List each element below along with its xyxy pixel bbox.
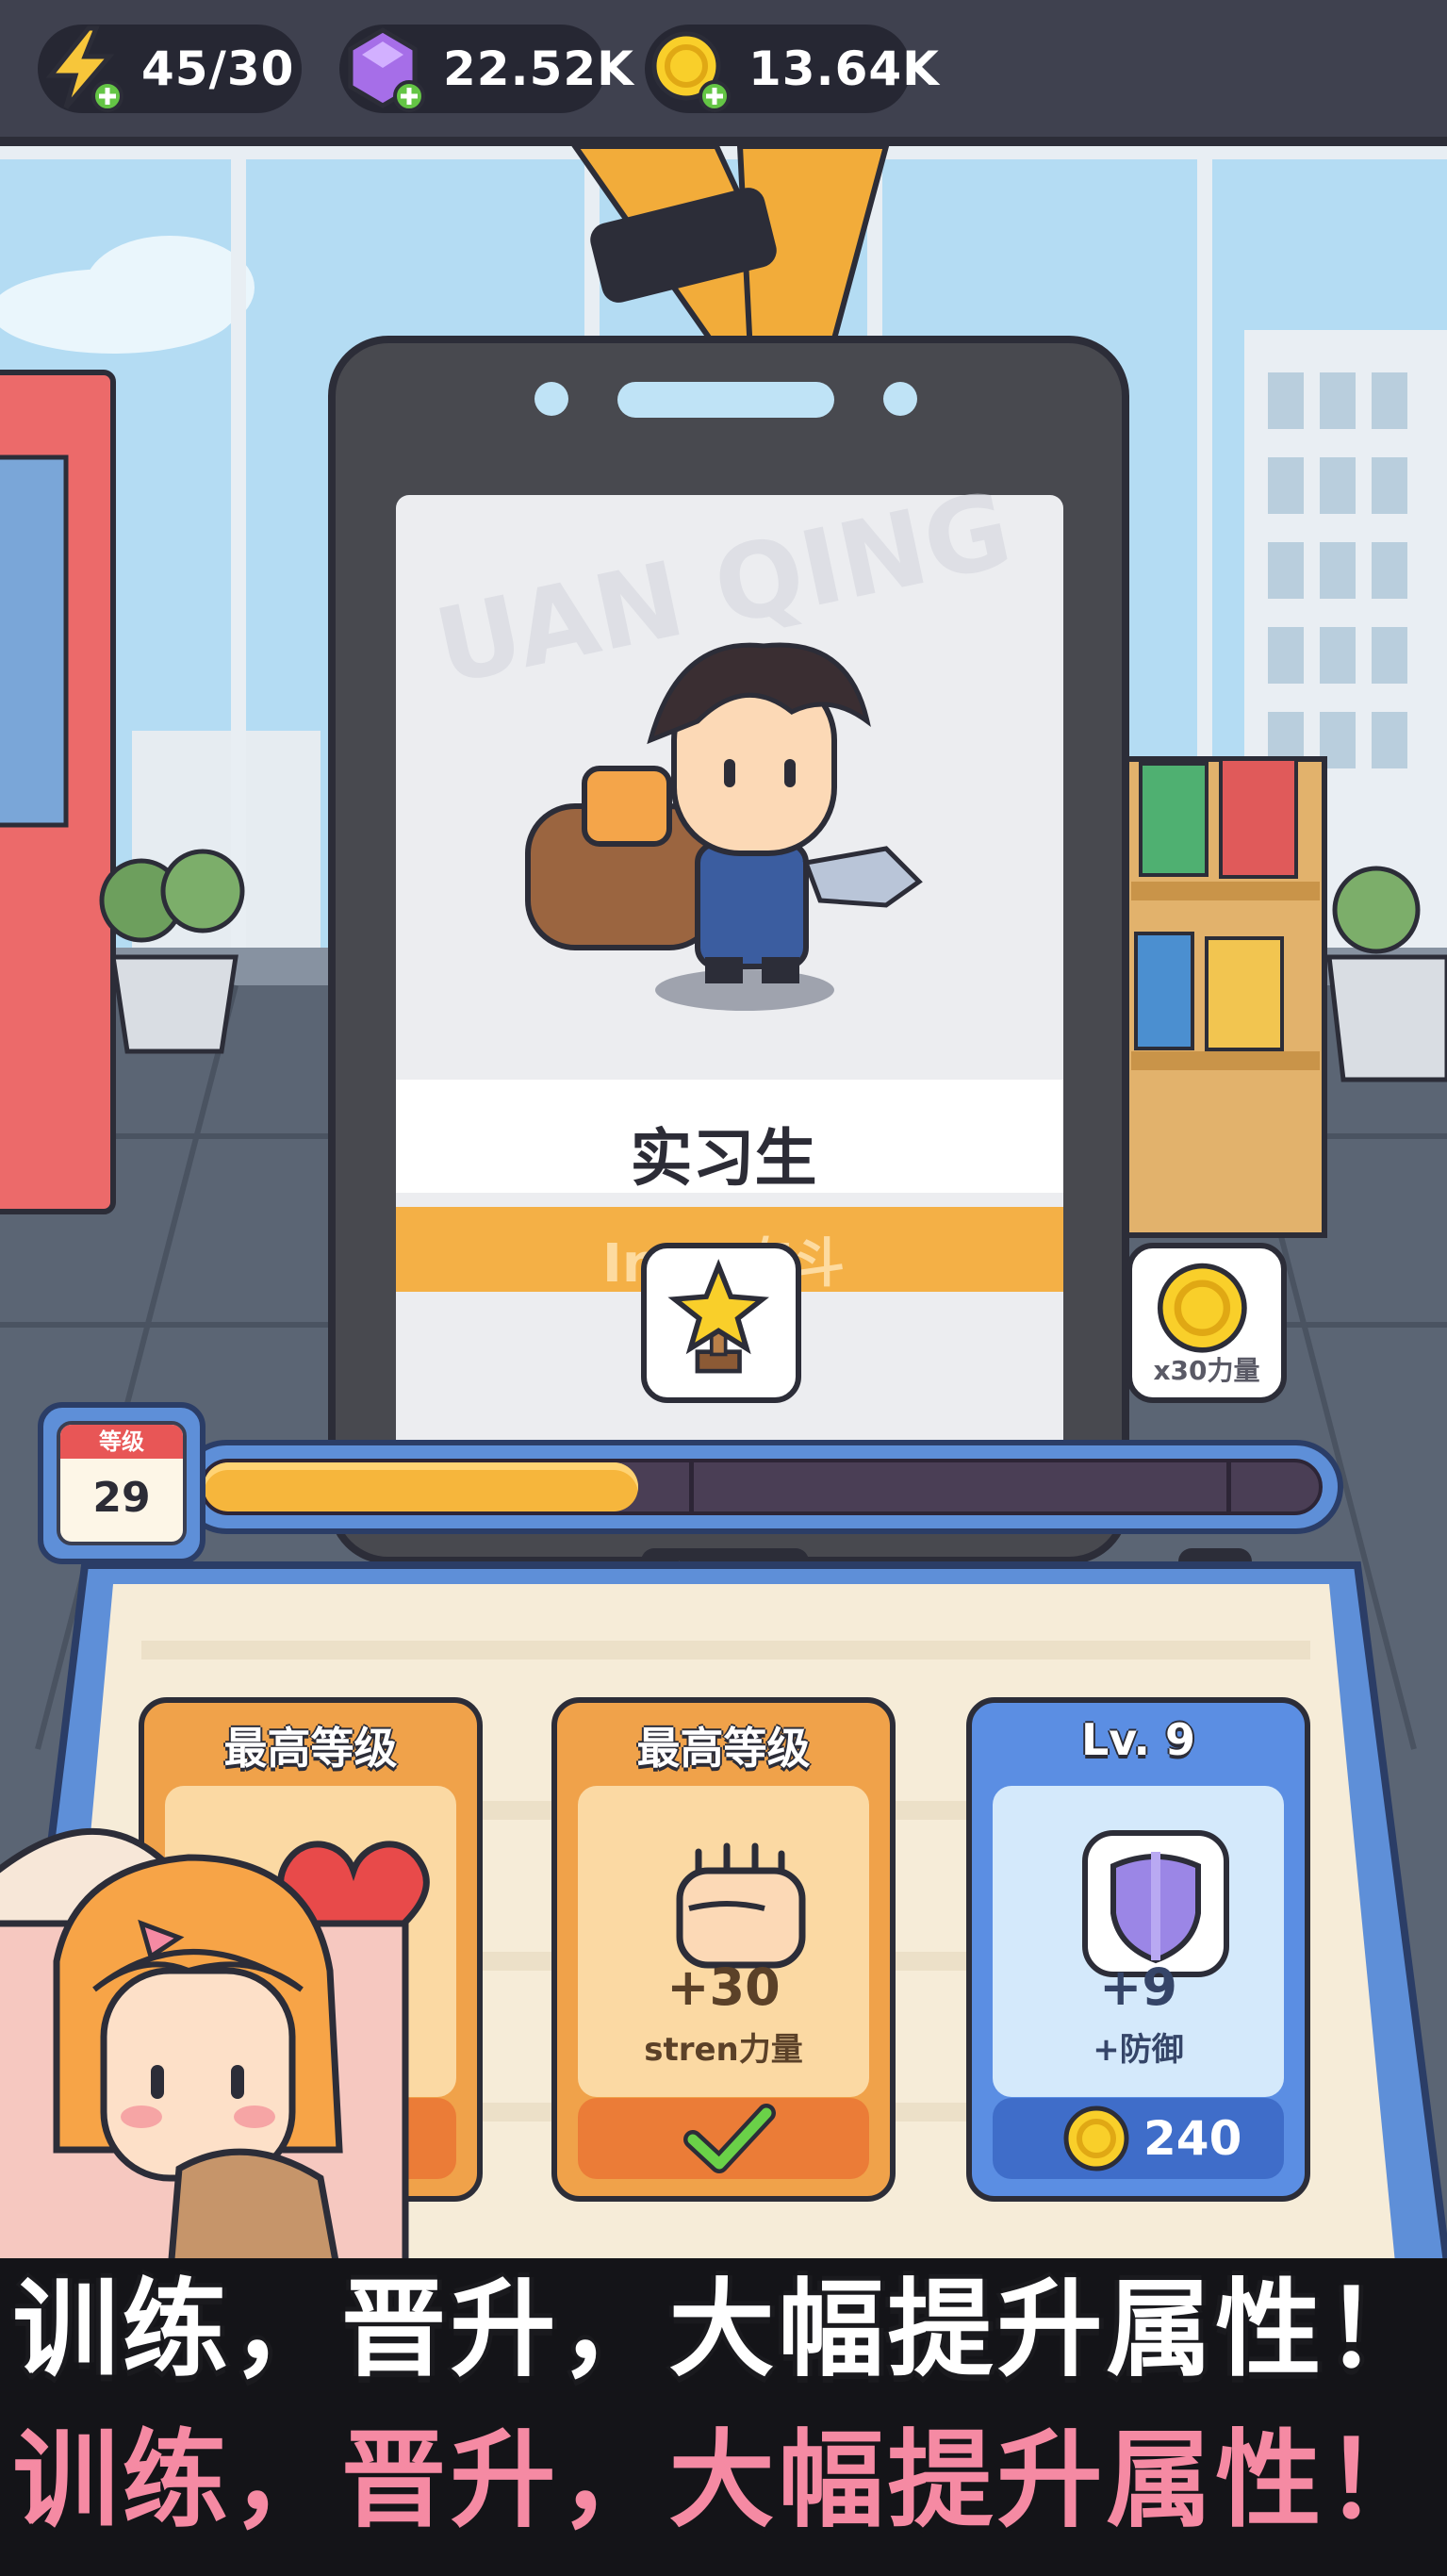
level-header: 等级 — [60, 1425, 183, 1459]
slogan-line-2: 训练，晋升，大幅提升属性！ — [12, 2419, 1435, 2542]
level-progress-fill — [204, 1462, 639, 1511]
energy-counter[interactable]: 45/30 — [38, 25, 302, 113]
card-label: stren力量 — [644, 2031, 803, 2069]
coin-icon — [651, 31, 731, 112]
energy-value: 45/30 — [141, 41, 295, 96]
upgrade-buy-button[interactable]: 240 — [993, 2098, 1284, 2179]
coin-icon — [1063, 2105, 1129, 2171]
level-number: 29 — [92, 1474, 151, 1522]
gem-icon — [348, 27, 425, 112]
rank-reward-trophy[interactable] — [641, 1243, 801, 1403]
coin-value: 13.64K — [748, 41, 940, 96]
level-reward-coin[interactable]: x30力量 — [1126, 1243, 1287, 1403]
upgrade-card-strength[interactable]: 最高等级 +30 stren力量 — [551, 1697, 896, 2202]
card-label: +防御 — [1093, 2031, 1184, 2069]
card-title: Lv. 9 — [1080, 1714, 1196, 1765]
card-title: 最高等级 — [636, 1723, 811, 1774]
gem-counter[interactable]: 22.52K — [339, 25, 633, 113]
trophy-star-icon — [667, 1259, 769, 1374]
resource-bar: 45/30 22.52K 13.64K — [0, 0, 1447, 146]
level-progress-bar — [179, 1440, 1343, 1534]
check-icon — [683, 2104, 776, 2173]
card-value: +30 — [666, 1957, 781, 2017]
slogan-line-1: 训练，晋升，大幅提升属性！ — [12, 2269, 1435, 2391]
coin-counter[interactable]: 13.64K — [645, 25, 939, 113]
claimed-button[interactable] — [578, 2098, 869, 2179]
reward-caption: x30力量 — [1153, 1355, 1260, 1386]
mascot-girl — [0, 1828, 409, 2282]
badge-title: 实习生 — [630, 1122, 817, 1195]
lightning-icon — [45, 25, 123, 112]
gem-value: 22.52K — [443, 41, 634, 96]
card-value: +9 — [1099, 1957, 1177, 2017]
upgrade-card-defense[interactable]: Lv. 9 +9 +防御 240 — [966, 1697, 1310, 2202]
upgrade-cost: 240 — [1143, 2111, 1242, 2166]
